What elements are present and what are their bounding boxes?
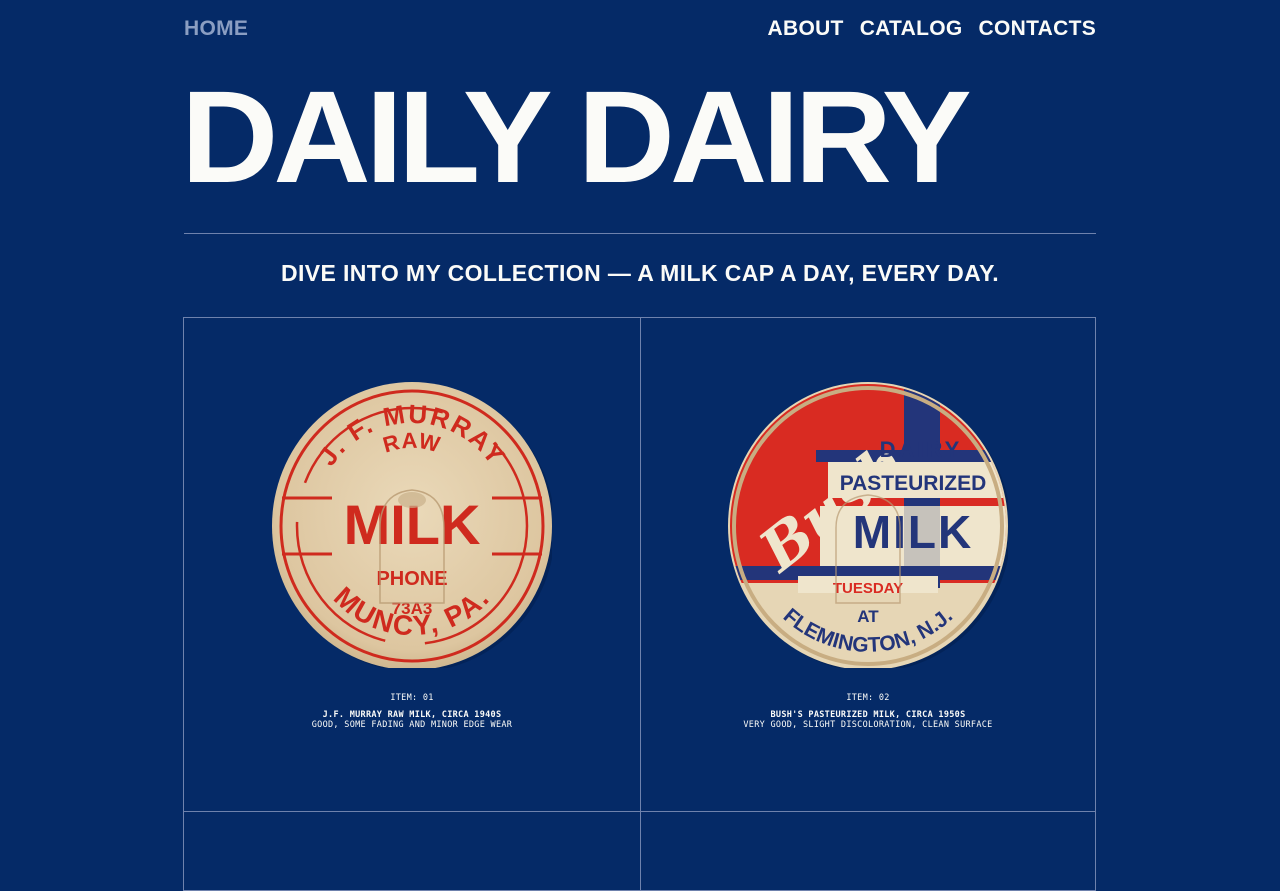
nav-catalog-link[interactable]: CATALOG bbox=[860, 17, 963, 41]
item-number: ITEM: 01 bbox=[390, 693, 434, 703]
murray-milk-cap-illustration: J. F. MURRAY RAW MILK PHONE 73A3 MUNCY, … bbox=[272, 382, 555, 672]
header-divider bbox=[184, 233, 1096, 234]
cap-pasteurized-text: PASTEURIZED bbox=[840, 472, 987, 495]
milk-cap-image[interactable]: Bush DAIRY PASTEURIZED MILK TUESDAY AT F… bbox=[728, 378, 1011, 672]
bush-milk-cap-illustration: Bush DAIRY PASTEURIZED MILK TUESDAY AT F… bbox=[728, 382, 1011, 672]
nav-contacts-link[interactable]: CONTACTS bbox=[979, 17, 1097, 41]
cap-phone-text: PHONE bbox=[376, 568, 447, 590]
cap-day-text: TUESDAY bbox=[833, 580, 903, 597]
catalog-card[interactable] bbox=[640, 811, 1096, 891]
catalog-card[interactable]: J. F. MURRAY RAW MILK PHONE 73A3 MUNCY, … bbox=[183, 317, 641, 812]
nav-about-link[interactable]: ABOUT bbox=[768, 17, 844, 41]
nav-home-link[interactable]: HOME bbox=[184, 17, 248, 41]
item-number: ITEM: 02 bbox=[846, 693, 890, 703]
top-nav: HOME ABOUT CATALOG CONTACTS bbox=[184, 17, 1096, 45]
cap-milk-text: MILK bbox=[853, 506, 973, 558]
item-name: J.F. MURRAY RAW MILK, CIRCA 1940S bbox=[322, 710, 502, 720]
item-meta: ITEM: 01 J.F. MURRAY RAW MILK, CIRCA 194… bbox=[184, 693, 640, 730]
nav-right-links: ABOUT CATALOG CONTACTS bbox=[768, 17, 1096, 41]
cap-at-text: AT bbox=[857, 607, 879, 626]
cap-dairy-text: DAIRY bbox=[880, 437, 963, 462]
catalog-card[interactable]: Bush DAIRY PASTEURIZED MILK TUESDAY AT F… bbox=[640, 317, 1096, 812]
item-meta: ITEM: 02 BUSH'S PASTEURIZED MILK, CIRCA … bbox=[641, 693, 1095, 730]
catalog-grid: J. F. MURRAY RAW MILK PHONE 73A3 MUNCY, … bbox=[183, 317, 1096, 891]
item-name: BUSH'S PASTEURIZED MILK, CIRCA 1950S bbox=[770, 710, 966, 720]
item-condition: GOOD, SOME FADING AND MINOR EDGE WEAR bbox=[311, 720, 513, 730]
tagline: DIVE INTO MY COLLECTION — A MILK CAP A D… bbox=[280, 260, 1000, 286]
item-condition: VERY GOOD, SLIGHT DISCOLORATION, CLEAN S… bbox=[743, 720, 993, 730]
milk-cap-image[interactable]: J. F. MURRAY RAW MILK PHONE 73A3 MUNCY, … bbox=[272, 378, 555, 672]
catalog-card[interactable] bbox=[183, 811, 641, 891]
site-title: DAILY DAIRY bbox=[181, 63, 972, 210]
